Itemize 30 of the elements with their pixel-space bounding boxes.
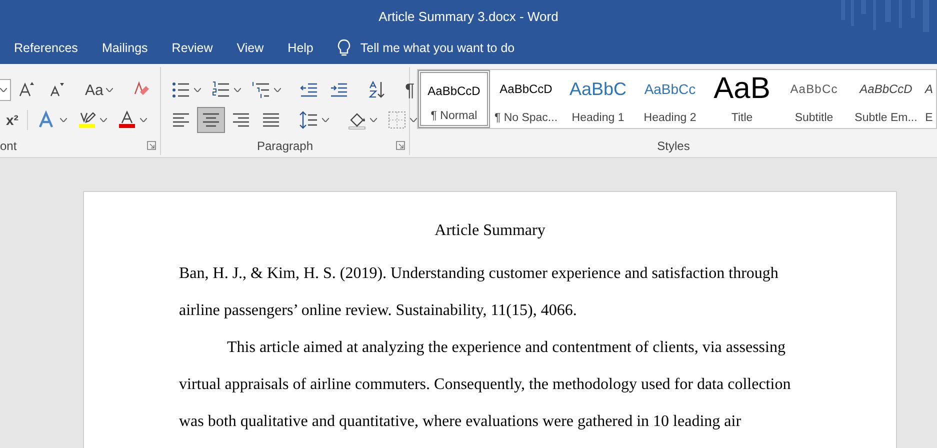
font-size-field[interactable]	[0, 79, 11, 101]
window-title: Article Summary 3.docx - Word	[378, 8, 558, 24]
style-gallery-item[interactable]: AaBbCcD ¶ Normal	[418, 70, 490, 128]
show-marks-button[interactable]: ¶	[401, 77, 419, 103]
change-case-button[interactable]: Aa	[81, 77, 118, 103]
ribbon-tab[interactable]: View	[224, 32, 276, 64]
group-label: ont	[0, 139, 17, 155]
body-paragraph: This article aimed at analyzing the experience and contentment of clients, via assessing virtual appraisals of airline commuters. Consequently, the methodology used for data collection was both qualitative and quantitative, where evaluations were gathered in 10 leading air	[179, 338, 792, 432]
sort-icon	[367, 80, 387, 100]
ribbon-tab[interactable]: References	[2, 32, 90, 64]
multilevel-icon	[251, 80, 271, 100]
borders-icon	[387, 110, 407, 130]
superscript-button[interactable]: x²	[2, 107, 22, 133]
dialog-launcher-icon[interactable]	[396, 141, 405, 150]
ribbon-tab[interactable]: Mailings	[90, 32, 160, 64]
document-title: Article Summary	[434, 221, 546, 241]
ribbon-tab[interactable]: Help	[276, 32, 326, 64]
ribbon-tab[interactable]: Review	[160, 32, 225, 64]
caret-icon	[0, 88, 7, 92]
tell-me-field[interactable]: Tell me what you want to do	[337, 39, 515, 57]
line-spacing-icon	[299, 110, 319, 130]
highlight-icon	[77, 110, 98, 130]
align-center-button[interactable]	[197, 107, 225, 133]
bullets-icon	[171, 80, 191, 100]
reference-paragraph: Ban, H. J., & Kim, H. S. (2019). Understanding customer experience and satisfaction through airline passengers’ online review. Sustainability, 11(15), 4066.	[179, 264, 780, 321]
group-label: Paragraph	[256, 139, 314, 155]
group-label: Styles	[657, 139, 690, 155]
dialog-launcher-icon[interactable]	[147, 141, 156, 150]
lightbulb-icon	[337, 39, 352, 57]
font-color-icon	[117, 110, 138, 130]
